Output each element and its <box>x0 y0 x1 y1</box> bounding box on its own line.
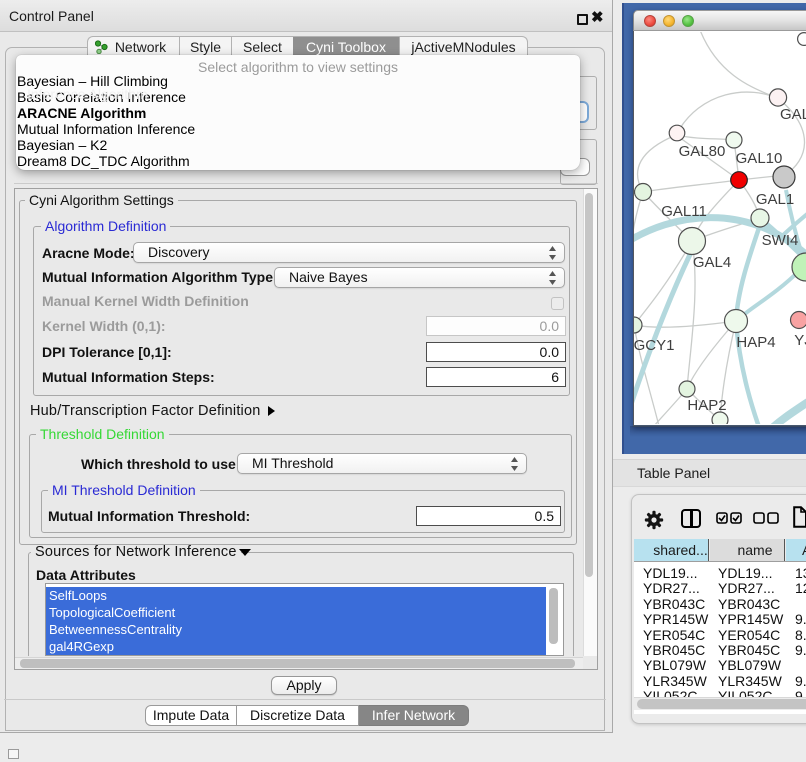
svg-text:GAL11: GAL11 <box>661 203 707 220</box>
svg-text:YJ: YJ <box>794 332 806 349</box>
svg-text:HAP4: HAP4 <box>736 334 775 351</box>
svg-text:GAL1: GAL1 <box>756 191 794 208</box>
svg-text:GAL4: GAL4 <box>693 254 731 271</box>
svg-text:GCY1: GCY1 <box>634 337 674 354</box>
svg-text:HAP2: HAP2 <box>687 397 726 414</box>
svg-text:GAL2: GAL2 <box>780 106 806 123</box>
svg-text:SWI4: SWI4 <box>762 232 799 249</box>
svg-text:GAL80: GAL80 <box>679 143 726 160</box>
svg-text:GAL10: GAL10 <box>736 150 783 167</box>
